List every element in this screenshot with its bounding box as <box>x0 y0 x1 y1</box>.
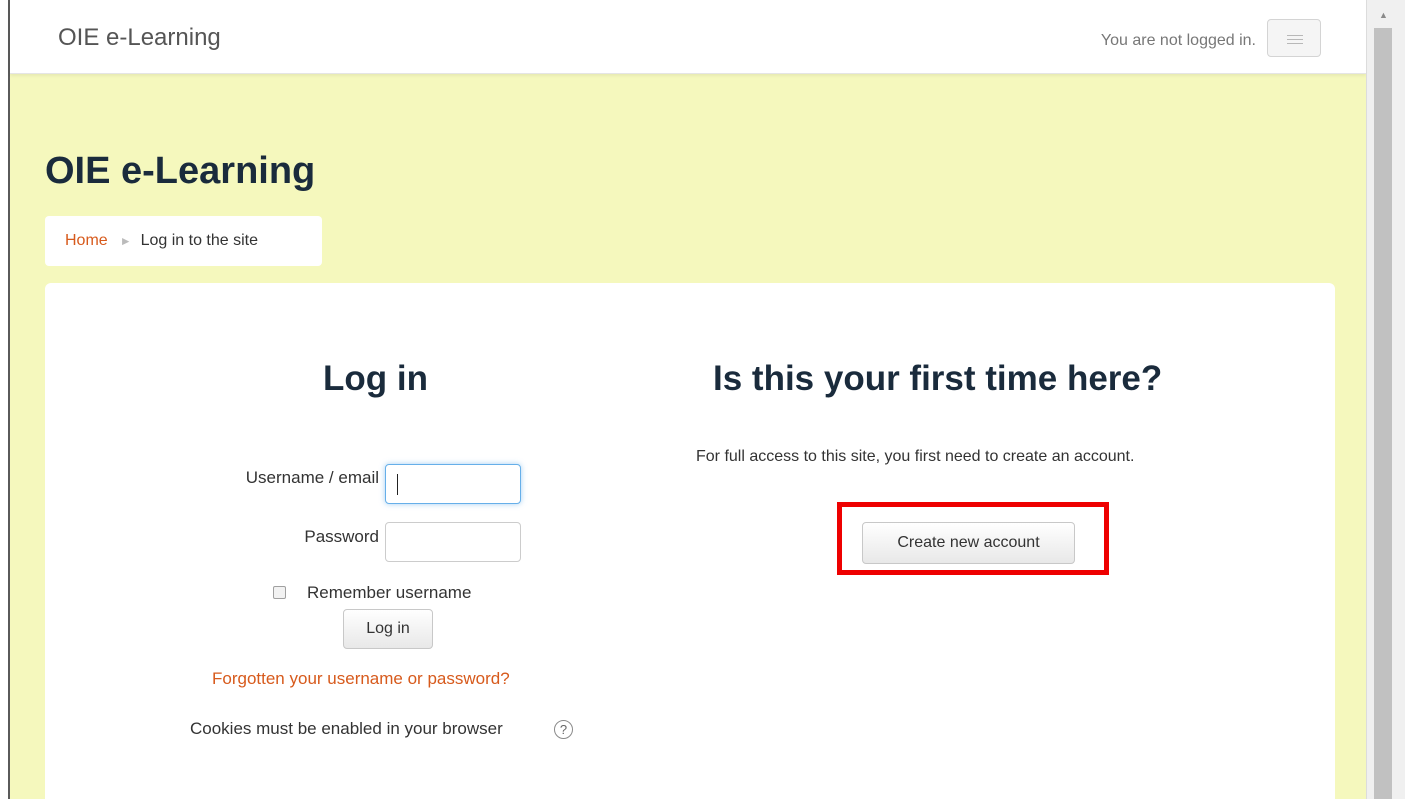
login-status-text: You are not logged in. <box>1100 32 1256 49</box>
username-input[interactable] <box>385 464 521 504</box>
username-label: Username / email <box>245 468 379 487</box>
signup-description: For full access to this site, you first … <box>696 448 1135 465</box>
breadcrumb-home-link[interactable]: Home <box>65 232 108 249</box>
page-title: OIE e-Learning <box>45 150 316 192</box>
forgot-password-link[interactable]: Forgotten your username or password? <box>212 669 510 689</box>
scroll-up-icon[interactable]: ▲ <box>1379 10 1388 20</box>
browser-window: OIE e-Learning You are not logged in. OI… <box>0 0 1405 799</box>
login-button[interactable]: Log in <box>343 609 433 649</box>
help-icon[interactable]: ? <box>554 720 573 739</box>
breadcrumb-separator-icon: ► <box>119 234 132 248</box>
breadcrumb-current: Log in to the site <box>140 232 258 249</box>
text-cursor <box>397 474 398 495</box>
breadcrumb: Home ► Log in to the site <box>45 216 322 266</box>
window-left-edge <box>0 0 10 799</box>
create-account-button[interactable]: Create new account <box>862 522 1075 564</box>
hamburger-menu-icon[interactable] <box>1267 19 1321 57</box>
remember-username-label[interactable]: Remember username <box>307 583 471 603</box>
top-navbar: OIE e-Learning You are not logged in. <box>10 0 1366 74</box>
password-label: Password <box>304 527 379 546</box>
first-time-heading: Is this your first time here? <box>713 359 1163 398</box>
login-card: Log in Username / email Password Remembe… <box>45 283 1335 799</box>
menu-bar <box>1287 39 1303 40</box>
password-input[interactable] <box>385 522 521 562</box>
cookies-notice: Cookies must be enabled in your browser <box>190 719 503 738</box>
menu-bar <box>1287 35 1303 36</box>
menu-bar <box>1287 43 1303 44</box>
scrollbar-thumb[interactable] <box>1374 28 1392 799</box>
vertical-scrollbar[interactable]: ▲ <box>1366 0 1405 799</box>
login-heading: Log in <box>323 359 428 398</box>
site-brand-link[interactable]: OIE e-Learning <box>58 24 221 52</box>
remember-username-checkbox[interactable] <box>273 586 286 599</box>
